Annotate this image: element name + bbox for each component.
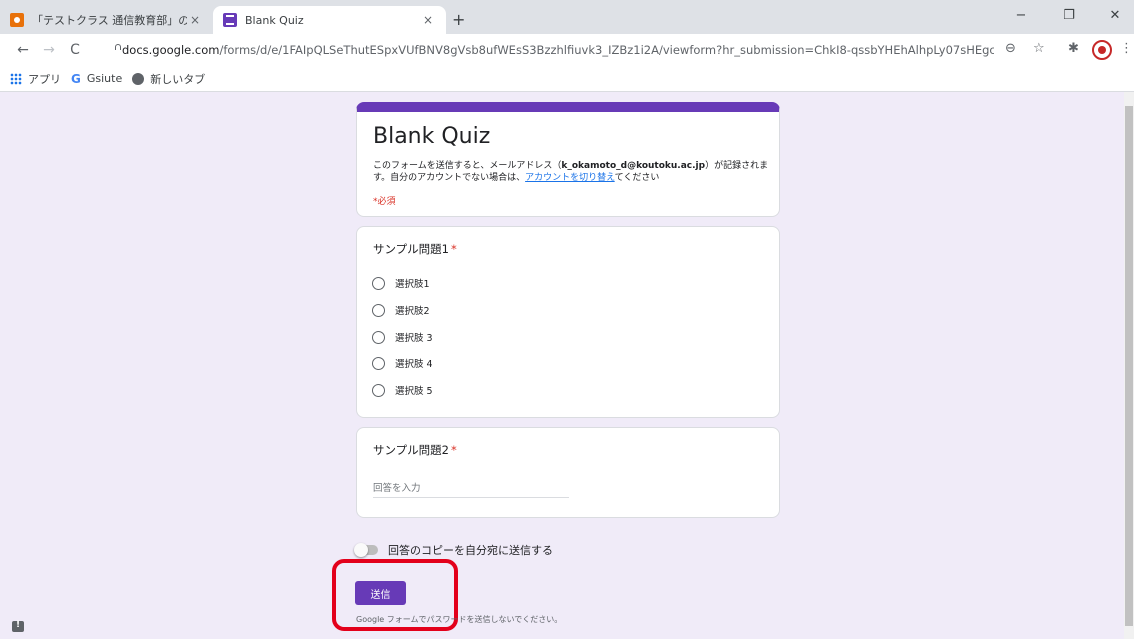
option-label: 選択肢1 (395, 279, 430, 290)
switch-account-link[interactable]: アカウントを切り替え (525, 173, 615, 183)
back-arrow-icon[interactable]: ← (12, 42, 34, 58)
radio-option-1[interactable]: 選択肢1 (372, 275, 430, 291)
radio-button[interactable] (372, 276, 385, 290)
radio-option-4[interactable]: 選択肢 4 (372, 355, 433, 371)
browser-toolbar: ← → C docs.google.com/forms/d/e/1FAIpQLS… (0, 34, 1134, 66)
option-label: 選択肢 4 (395, 359, 433, 370)
radio-option-3[interactable]: 選択肢 3 (372, 329, 433, 345)
question-text: サンプル問題1 (373, 242, 449, 256)
tab-strip: 「テストクラス 通信教育部」の授業 × Blank Quiz × + − ❐ ✕ (0, 0, 1134, 34)
tab-class[interactable]: 「テストクラス 通信教育部」の授業 × (0, 6, 213, 34)
new-tab-button[interactable]: + (452, 10, 465, 29)
url-path: /forms/d/e/1FAIpQLSeThutESpxVUfBNV8gVsb8… (219, 43, 994, 57)
bookmark-gsiute[interactable]: G Gsiute (71, 72, 122, 86)
tab-title: Blank Quiz (245, 13, 304, 27)
reload-icon[interactable]: C (64, 42, 86, 58)
footer-note: Google フォームでパスワードを送信しないでください。 (356, 615, 563, 624)
forms-icon (223, 13, 237, 27)
option-label: 選択肢2 (395, 306, 430, 317)
email-address: k_okamoto_d@koutoku.ac.jp (561, 161, 706, 171)
zoom-icon[interactable]: ⊖ (1005, 41, 1016, 56)
option-label: 選択肢 5 (395, 386, 433, 397)
question-title: サンプル問題1 * (373, 241, 457, 257)
apps-grid-icon (10, 72, 22, 85)
bookmark-label: Gsiute (86, 72, 123, 85)
menu-icon[interactable]: ⋮ (1120, 41, 1133, 56)
radio-option-2[interactable]: 選択肢2 (372, 302, 430, 318)
bookmark-new-tab[interactable]: 新しいタブ (132, 71, 205, 87)
question-card-1: サンプル問題1 * 選択肢1 選択肢2 選択肢 3 選択肢 4 選択肢 5 (356, 226, 780, 418)
answer-input[interactable] (373, 480, 569, 498)
page-scrollbar[interactable] (1124, 92, 1134, 639)
minimize-icon[interactable]: − (1006, 8, 1036, 23)
classroom-icon (10, 13, 24, 27)
question-title: サンプル問題2 * (373, 442, 457, 458)
option-label: 選択肢 3 (395, 333, 433, 344)
report-feedback-icon[interactable] (12, 620, 24, 632)
extensions-icon[interactable]: ✱ (1068, 41, 1079, 56)
scroll-thumb[interactable] (1125, 106, 1133, 626)
google-g-icon: G (71, 71, 81, 86)
desc-text: このフォームを送信すると、メールアドレス（ (373, 161, 562, 171)
close-window-icon[interactable]: ✕ (1100, 8, 1130, 23)
form-header-card: Blank Quiz このフォームを送信すると、メールアドレス（k_okamot… (356, 102, 780, 217)
globe-icon (132, 72, 145, 85)
tab-close-icon[interactable]: × (187, 13, 203, 27)
submit-button[interactable]: 送信 (355, 581, 406, 605)
bookmark-label: 新しいタブ (150, 72, 206, 86)
radio-option-5[interactable]: 選択肢 5 (372, 382, 433, 398)
question-text: サンプル問題2 (373, 443, 449, 457)
forward-arrow-icon[interactable]: → (38, 42, 60, 58)
radio-button[interactable] (372, 383, 385, 397)
required-star: * (450, 443, 457, 457)
restore-icon[interactable]: ❐ (1054, 8, 1084, 23)
tab-close-icon[interactable]: × (420, 13, 436, 27)
url-domain: docs.google.com (122, 43, 220, 57)
required-note: *必須 (373, 197, 396, 207)
send-copy-label: 回答のコピーを自分宛に送信する (388, 544, 553, 557)
profile-avatar[interactable] (1092, 40, 1112, 60)
desc-text: てください (614, 173, 660, 183)
send-copy-row[interactable]: 回答のコピーを自分宛に送信する (354, 542, 553, 558)
tab-blank-quiz[interactable]: Blank Quiz × (213, 6, 446, 34)
bookmark-apps[interactable]: アプリ (10, 71, 61, 87)
radio-button[interactable] (372, 356, 385, 370)
send-copy-toggle[interactable] (354, 543, 378, 557)
bookmarks-bar: アプリ G Gsiute 新しいタブ (0, 66, 1134, 92)
question-card-2: サンプル問題2 * (356, 427, 780, 518)
form-description: このフォームを送信すると、メールアドレス（k_okamoto_d@koutoku… (373, 160, 769, 184)
address-bar[interactable]: docs.google.com/forms/d/e/1FAIpQLSeThutE… (104, 38, 994, 62)
radio-button[interactable] (372, 303, 385, 317)
radio-button[interactable] (372, 330, 385, 344)
bookmark-label: アプリ (28, 72, 61, 86)
tab-title: 「テストクラス 通信教育部」の授業 (32, 14, 187, 27)
required-star: * (450, 242, 457, 256)
star-icon[interactable]: ☆ (1033, 41, 1045, 56)
form-title: Blank Quiz (373, 124, 491, 149)
